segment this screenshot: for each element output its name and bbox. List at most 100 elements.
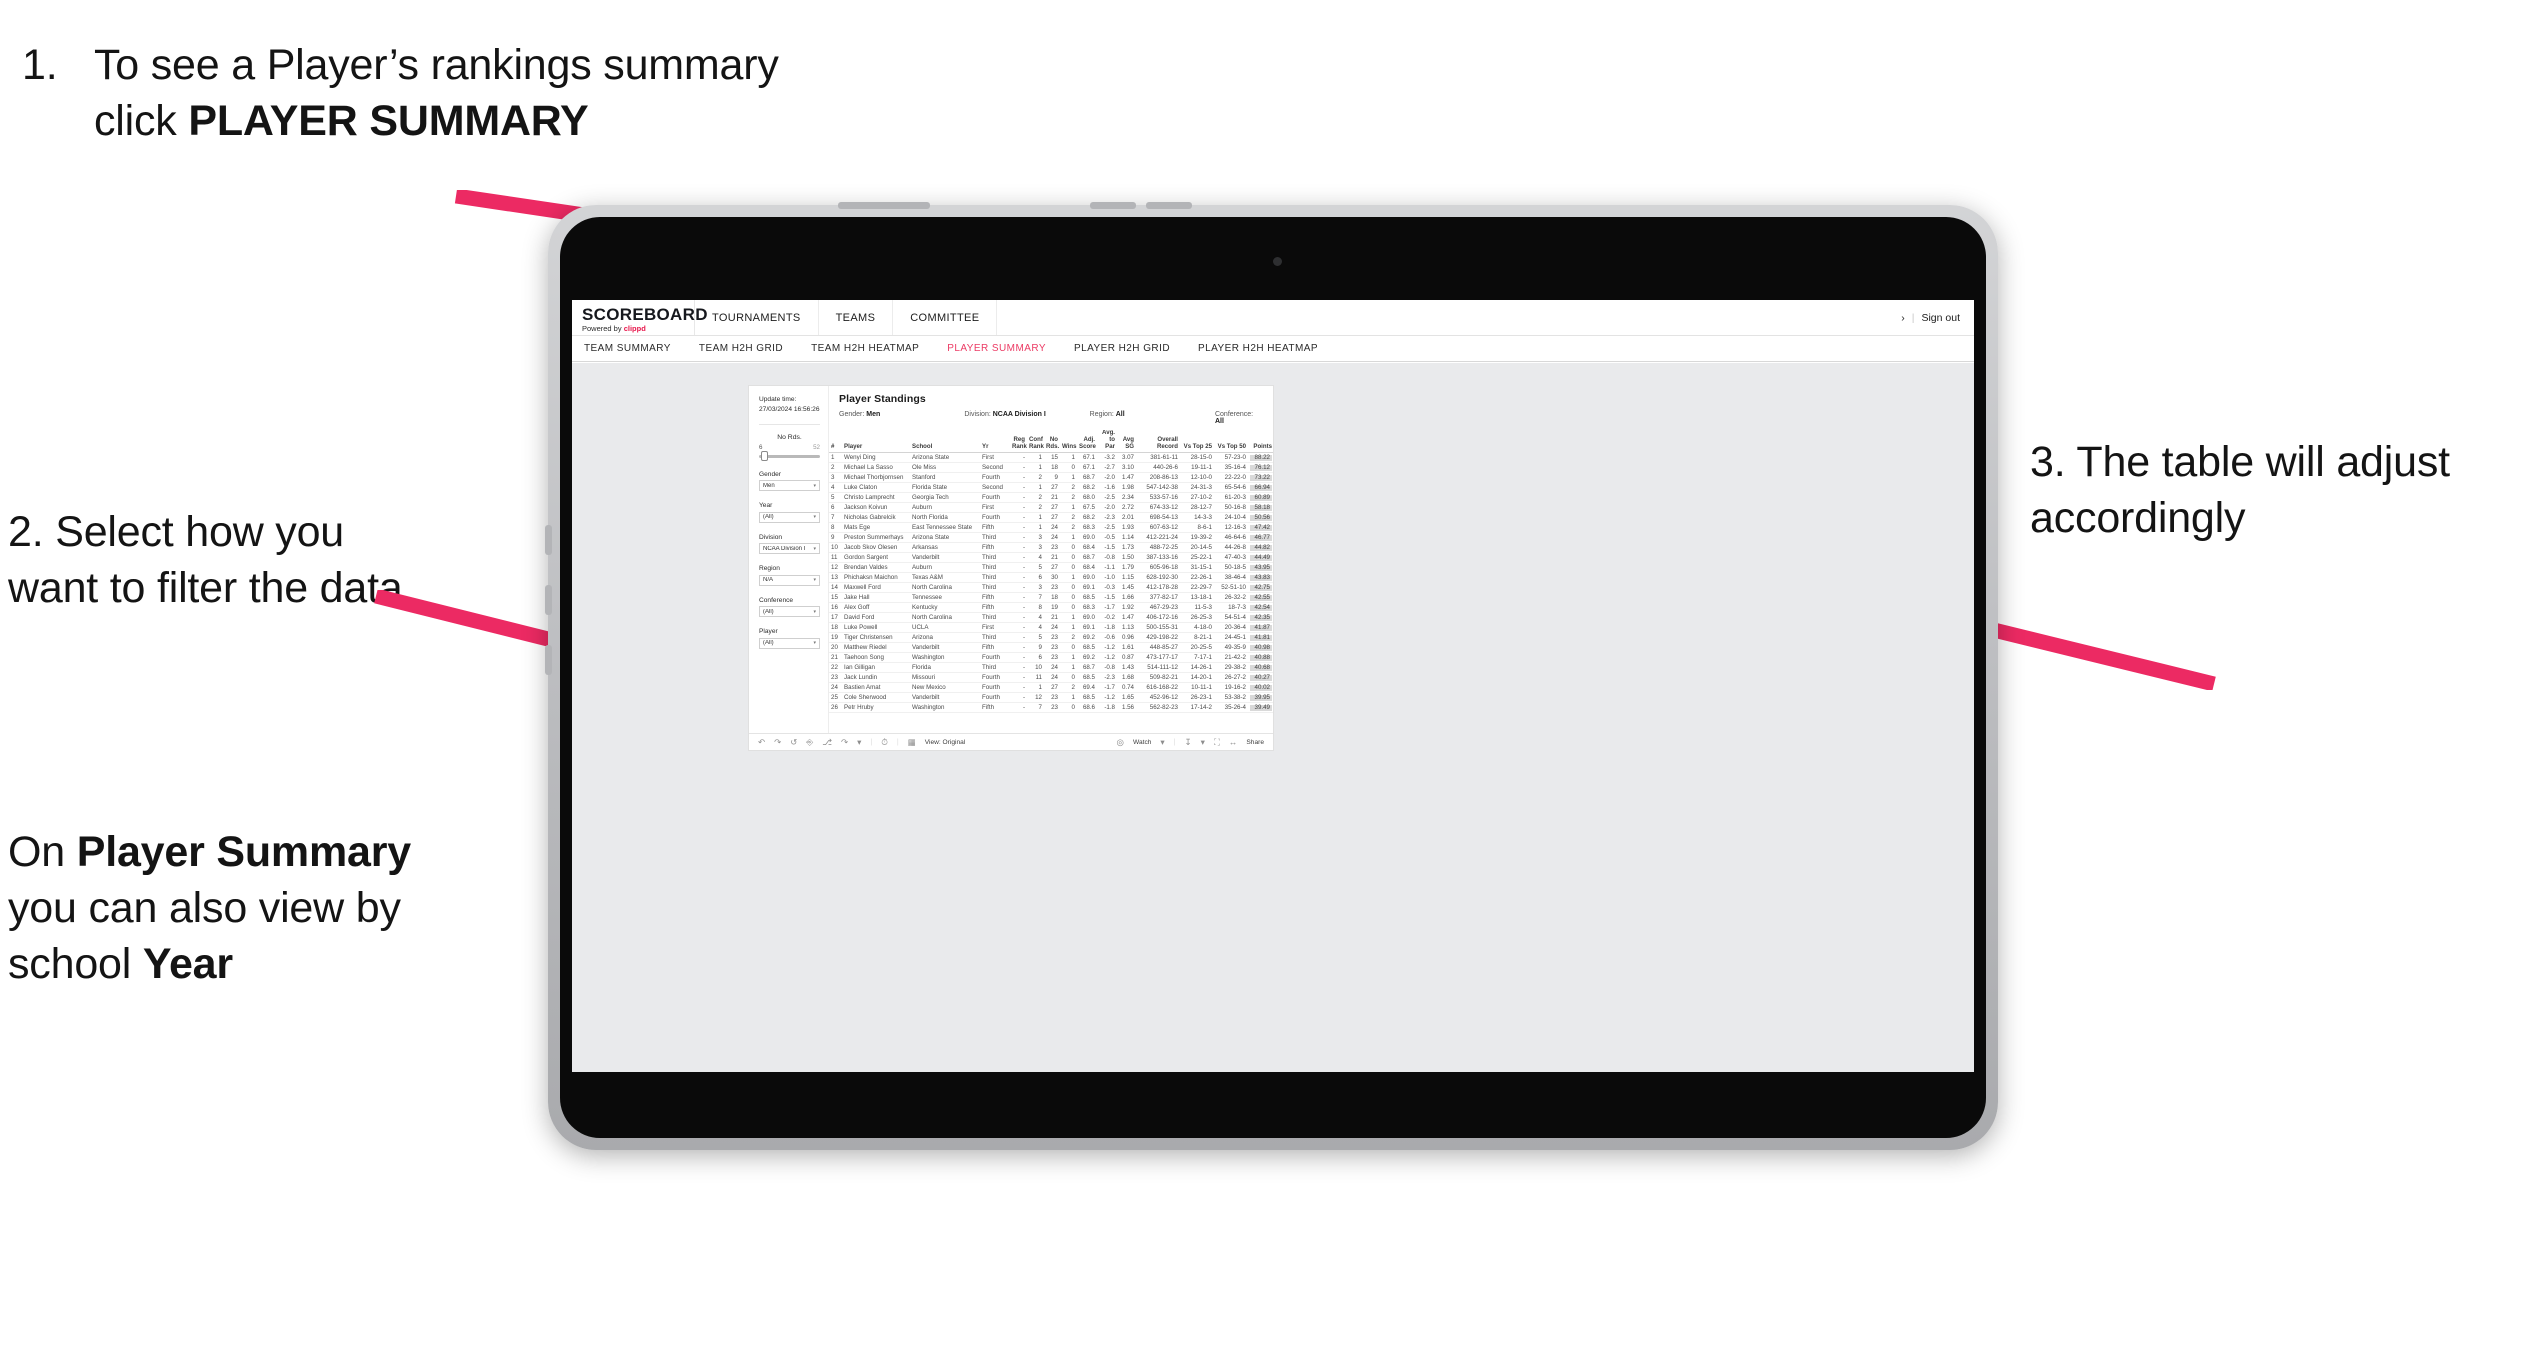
- cell-wins: 1: [1071, 573, 1075, 581]
- top-nav-teams[interactable]: TEAMS: [819, 300, 894, 335]
- tab-team-summary[interactable]: TEAM SUMMARY: [584, 343, 671, 354]
- table-row[interactable]: 20 Matthew Riedel Vanderbilt Fifth - 9 23 0 68.5…: [829, 643, 1273, 653]
- sign-out-link[interactable]: Sign out: [1921, 312, 1960, 324]
- table-row[interactable]: 15 Jake Hall Tennessee Fifth - 7 18 0 68.5 -1.5 1.…: [829, 593, 1273, 603]
- undo-icon[interactable]: ↶: [758, 738, 765, 747]
- table-row[interactable]: 1 Wenyi Ding Arizona State First - 1 15 1 67.1 -3…: [829, 453, 1273, 463]
- chevron-down-icon[interactable]: ▾: [1160, 738, 1164, 747]
- col-reg-rank[interactable]: Reg Rank: [1010, 430, 1027, 454]
- col-points[interactable]: Points: [1248, 430, 1273, 454]
- filter-gender-select[interactable]: Men ▾: [759, 480, 820, 491]
- redo-icon[interactable]: ↷: [774, 738, 781, 747]
- table-row[interactable]: 11 Gordon Sargent Vanderbilt Third - 4 21 0 68.7…: [829, 553, 1273, 563]
- col-vs-top-50[interactable]: Vs Top 50: [1214, 430, 1248, 454]
- table-row[interactable]: 6 Jackson Koivun Auburn First - 2 27 1 67.5 -2.0 2…: [829, 503, 1273, 513]
- table-row[interactable]: 5 Christo Lamprecht Georgia Tech Fourth - 2 21…: [829, 493, 1273, 503]
- no-rounds-slider-thumb[interactable]: [761, 451, 769, 461]
- table-row[interactable]: 2 Michael La Sasso Ole Miss Second - 1 18 0 67.1…: [829, 463, 1273, 473]
- tab-team-h2h-heatmap[interactable]: TEAM H2H HEATMAP: [811, 343, 919, 354]
- col-adj-score[interactable]: Adj. Score: [1077, 430, 1097, 454]
- col-yr[interactable]: Yr: [980, 430, 1010, 454]
- cell-adjscore: 68.3: [1082, 523, 1095, 531]
- table-row[interactable]: 24 Bastien Amat New Mexico Fourth - 1 27 2 69.4 -…: [829, 683, 1273, 693]
- tab-player-h2h-heatmap[interactable]: PLAYER H2H HEATMAP: [1198, 343, 1318, 354]
- table-row[interactable]: 16 Alex Goff Kentucky Fifth - 8 19 0 68.3 -1.7 1.9…: [829, 603, 1273, 613]
- share-icon[interactable]: ↔: [1229, 738, 1238, 747]
- volume-up-button[interactable]: [1090, 202, 1136, 209]
- chevron-down-icon[interactable]: ▾: [1201, 738, 1205, 747]
- filter-year-select[interactable]: (All) ▾: [759, 511, 820, 523]
- col-conf-rank[interactable]: Conf Rank: [1027, 430, 1044, 454]
- no-rounds-slider-track[interactable]: [759, 451, 820, 461]
- history-icon[interactable]: ⏱: [881, 738, 888, 747]
- cell-avgpar: -1.2: [1104, 653, 1115, 661]
- cell-school: Tennessee: [912, 593, 942, 601]
- tab-player-h2h-grid[interactable]: PLAYER H2H GRID: [1074, 343, 1170, 354]
- col-avg-to-par[interactable]: Avg. to Par: [1097, 430, 1117, 454]
- col-player[interactable]: Player: [842, 430, 910, 454]
- col-rank[interactable]: #: [829, 430, 842, 454]
- table-row[interactable]: 13 Phichaksn Maichon Texas A&M Third - 6 30 1 69…: [829, 573, 1273, 583]
- top-nav-tournaments[interactable]: TOURNAMENTS: [695, 300, 819, 335]
- view-label[interactable]: View: Original: [925, 739, 966, 746]
- account-icon[interactable]: ›: [1901, 312, 1905, 324]
- view-icon[interactable]: ▦: [908, 738, 916, 747]
- table-row[interactable]: 9 Preston Summerhays Arizona State Third - 3 2…: [829, 533, 1273, 543]
- volume-down-button[interactable]: [1146, 202, 1192, 209]
- download-icon[interactable]: ↧: [1185, 738, 1192, 747]
- fullscreen-icon[interactable]: ⛶: [1214, 738, 1220, 747]
- cell-t25: 8-21-1: [1194, 633, 1212, 641]
- col-no-rds[interactable]: No Rds.: [1044, 430, 1060, 454]
- power-button[interactable]: [838, 202, 930, 209]
- filter-conference-select[interactable]: (All) ▾: [759, 606, 820, 617]
- table-row[interactable]: 22 Ian Gilligan Florida Third - 10 24 1 68.7 -0.8…: [829, 663, 1273, 673]
- table-row[interactable]: 8 Mats Ege East Tennessee State Fifth -1 24 2 6…: [829, 523, 1273, 533]
- summary-division-label: Division:: [964, 411, 991, 418]
- cell-player: Jack Lundin: [844, 673, 878, 681]
- pause-icon[interactable]: ⎇: [822, 738, 832, 747]
- share-label[interactable]: Share: [1246, 739, 1264, 746]
- cell-overall: 628-192-30: [1146, 573, 1178, 581]
- table-row[interactable]: 19 Tiger Christensen Arizona Third - 5 23 2 69.2…: [829, 633, 1273, 643]
- revert-icon[interactable]: ↺: [790, 738, 797, 747]
- top-nav-committee[interactable]: COMMITTEE: [893, 300, 998, 335]
- cell-confrank: 7: [1038, 703, 1042, 711]
- table-row[interactable]: 17 David Ford North Carolina Third - 4 21 1 69.0…: [829, 613, 1273, 623]
- chevron-down-icon[interactable]: ▾: [857, 738, 861, 747]
- refresh-icon[interactable]: ⎆: [806, 738, 813, 747]
- cell-avgpar: -2.0: [1104, 473, 1115, 481]
- cell-t50: 61-20-3: [1224, 493, 1246, 501]
- table-row[interactable]: 3 Michael Thorbjornsen Stanford Fourth - 2 9 1 6…: [829, 473, 1273, 483]
- standings-table-scroll[interactable]: # Player School Yr Reg Rank Conf Rank No Rd…: [829, 430, 1273, 733]
- filter-gender: Gender Men ▾: [759, 471, 820, 491]
- col-wins[interactable]: Wins: [1060, 430, 1077, 454]
- tab-team-h2h-grid[interactable]: TEAM H2H GRID: [699, 343, 783, 354]
- table-row[interactable]: 26 Petr Hruby Washington Fifth - 7 23 0 68.6 -1.8…: [829, 703, 1273, 713]
- table-row[interactable]: 14 Maxwell Ford North Carolina Third - 3 23 0 69…: [829, 583, 1273, 593]
- cell-avgpar: -1.8: [1104, 703, 1115, 711]
- redo-arrow-icon[interactable]: ↷: [841, 738, 848, 747]
- cell-t25: 26-25-3: [1190, 613, 1212, 621]
- brand-logo[interactable]: SCOREBOARD Powered by clippd: [572, 300, 707, 335]
- table-row[interactable]: 10 Jacob Skov Olesen Arkansas Fifth - 3 23 0 68.…: [829, 543, 1273, 553]
- table-row[interactable]: 25 Cole Sherwood Vanderbilt Fourth - 12 23 1 68.…: [829, 693, 1273, 703]
- watch-label[interactable]: Watch: [1133, 739, 1151, 746]
- filter-region-select[interactable]: N/A ▾: [759, 574, 820, 586]
- watch-icon[interactable]: ◎: [1117, 738, 1124, 747]
- cell-rank: 11: [831, 553, 838, 561]
- table-row[interactable]: 18 Luke Powell UCLA First - 4 24 1 69.1 -1.8 1.13 5…: [829, 623, 1273, 633]
- col-overall[interactable]: Overall Record: [1136, 430, 1180, 454]
- tab-player-summary[interactable]: PLAYER SUMMARY: [947, 343, 1046, 354]
- table-row[interactable]: 7 Nicholas Gabrelcik North Florida Fourth - 1…: [829, 513, 1273, 523]
- col-avg-sg[interactable]: Avg SG: [1117, 430, 1136, 454]
- cell-avgpar: -0.5: [1104, 533, 1115, 541]
- table-row[interactable]: 12 Brendan Valdes Auburn Third - 5 27 0 68.4 -1.1…: [829, 563, 1273, 573]
- col-vs-top-25[interactable]: Vs Top 25: [1180, 430, 1214, 454]
- table-row[interactable]: 23 Jack Lundin Missouri Fourth - 11 24 0 68.5 -2.…: [829, 673, 1273, 683]
- table-row[interactable]: 4 Luke Claton Florida State Second - 1 27 2 68.2…: [829, 483, 1273, 493]
- col-school[interactable]: School: [910, 430, 980, 454]
- cell-t50: 21-42-2: [1224, 653, 1246, 661]
- filter-player-select[interactable]: (All) ▾: [759, 637, 820, 649]
- table-row[interactable]: 21 Taehoon Song Washington Fourth - 6 23 1 69.2 -…: [829, 653, 1273, 663]
- filter-division-select[interactable]: NCAA Division I ▾: [759, 543, 820, 554]
